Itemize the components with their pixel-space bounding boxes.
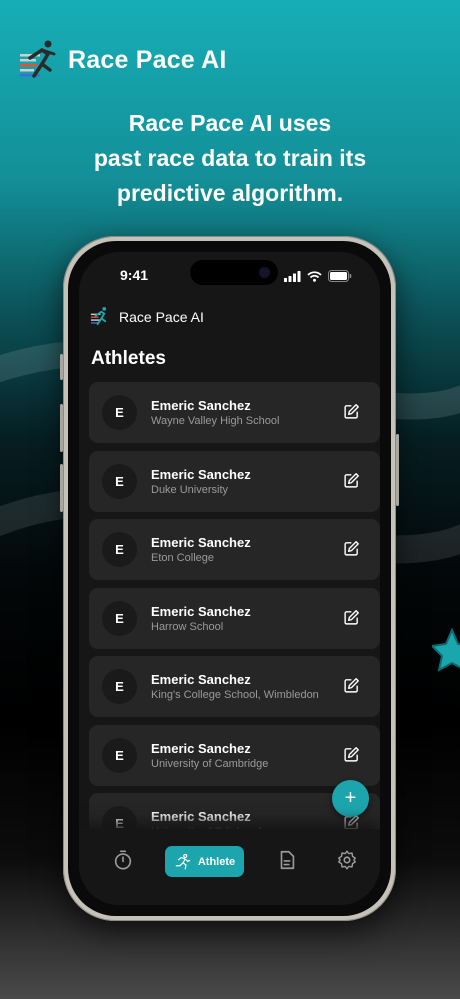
edit-icon[interactable] <box>343 403 360 420</box>
athlete-card[interactable]: E Emeric Sanchez Duke University <box>89 450 380 512</box>
athlete-name: Emeric Sanchez <box>151 535 251 550</box>
runner-icon <box>175 853 191 869</box>
status-time: 9:41 <box>120 267 149 283</box>
document-icon[interactable] <box>276 849 298 871</box>
athlete-school: Duke University <box>151 483 229 496</box>
athlete-card[interactable]: E Emeric Sanchez King's College School, … <box>89 656 380 717</box>
athlete-avatar: E <box>102 532 137 567</box>
status-bar: 9:41 <box>79 252 380 298</box>
tab-athlete-label: Athlete <box>197 855 236 868</box>
athlete-avatar: E <box>102 737 137 773</box>
athlete-card[interactable]: E Emeric Sanchez Eton College <box>89 519 380 580</box>
edit-icon[interactable] <box>343 746 360 763</box>
athlete-name: Emeric Sanchez <box>151 603 251 619</box>
phone-mockup: 9:41 Race Pace AI Athletes E Emeric Sanc… <box>60 236 399 921</box>
app-screen: 9:41 Race Pace AI Athletes E Emeric Sanc… <box>79 252 380 905</box>
star-decoration-icon <box>432 628 460 672</box>
edit-icon[interactable] <box>343 540 360 557</box>
app-header: Race Pace AI <box>89 306 204 327</box>
headline-line: Race Pace AI uses <box>128 110 332 136</box>
marketing-headline: Race Pace AI uses past race data to trai… <box>0 106 460 211</box>
edit-icon[interactable] <box>343 677 360 694</box>
app-logo-icon <box>90 306 107 326</box>
battery-icon <box>328 270 352 282</box>
add-athlete-button[interactable]: + <box>332 780 369 817</box>
athlete-card[interactable]: E Emeric Sanchez Wayne Valley High Schoo… <box>89 382 380 443</box>
app-title: Race Pace AI <box>119 308 204 325</box>
brand-title: Race Pace AI <box>68 45 227 74</box>
athlete-name: Emeric Sanchez <box>151 398 251 413</box>
athlete-card[interactable]: E Emeric Sanchez Harrow School <box>89 587 380 649</box>
athlete-school: King's College School, Wimbledon <box>151 689 319 701</box>
athlete-school: University of Cambridge <box>151 757 269 770</box>
dynamic-island <box>190 260 278 285</box>
wifi-icon <box>307 270 322 282</box>
stopwatch-icon[interactable] <box>112 849 134 871</box>
athlete-school: Wayne Valley High School <box>151 415 280 427</box>
athlete-avatar: E <box>102 600 137 636</box>
bottom-navigation: Athlete <box>79 829 380 905</box>
cellular-signal-icon <box>284 270 301 282</box>
edit-icon[interactable] <box>343 472 360 489</box>
section-title: Athletes <box>91 348 166 369</box>
edit-icon[interactable] <box>343 609 360 626</box>
tab-athlete[interactable]: Athlete <box>165 846 244 877</box>
athlete-name: Emeric Sanchez <box>151 672 251 687</box>
athlete-card[interactable]: E Emeric Sanchez University of Cambridge <box>89 724 380 786</box>
settings-gear-icon[interactable] <box>336 849 358 871</box>
athlete-avatar: E <box>102 395 137 430</box>
running-figure-logo-icon <box>20 40 56 78</box>
brand-header: Race Pace AI <box>18 38 227 82</box>
athlete-avatar: E <box>102 669 137 704</box>
headline-line: predictive algorithm. <box>116 180 344 206</box>
athlete-avatar: E <box>102 463 137 499</box>
athlete-name: Emeric Sanchez <box>151 466 251 482</box>
athlete-name: Emeric Sanchez <box>151 809 251 824</box>
athlete-school: Eton College <box>151 552 214 564</box>
athlete-name: Emeric Sanchez <box>151 740 251 756</box>
headline-line: past race data to train its <box>93 145 367 171</box>
athlete-school: Harrow School <box>151 620 224 633</box>
